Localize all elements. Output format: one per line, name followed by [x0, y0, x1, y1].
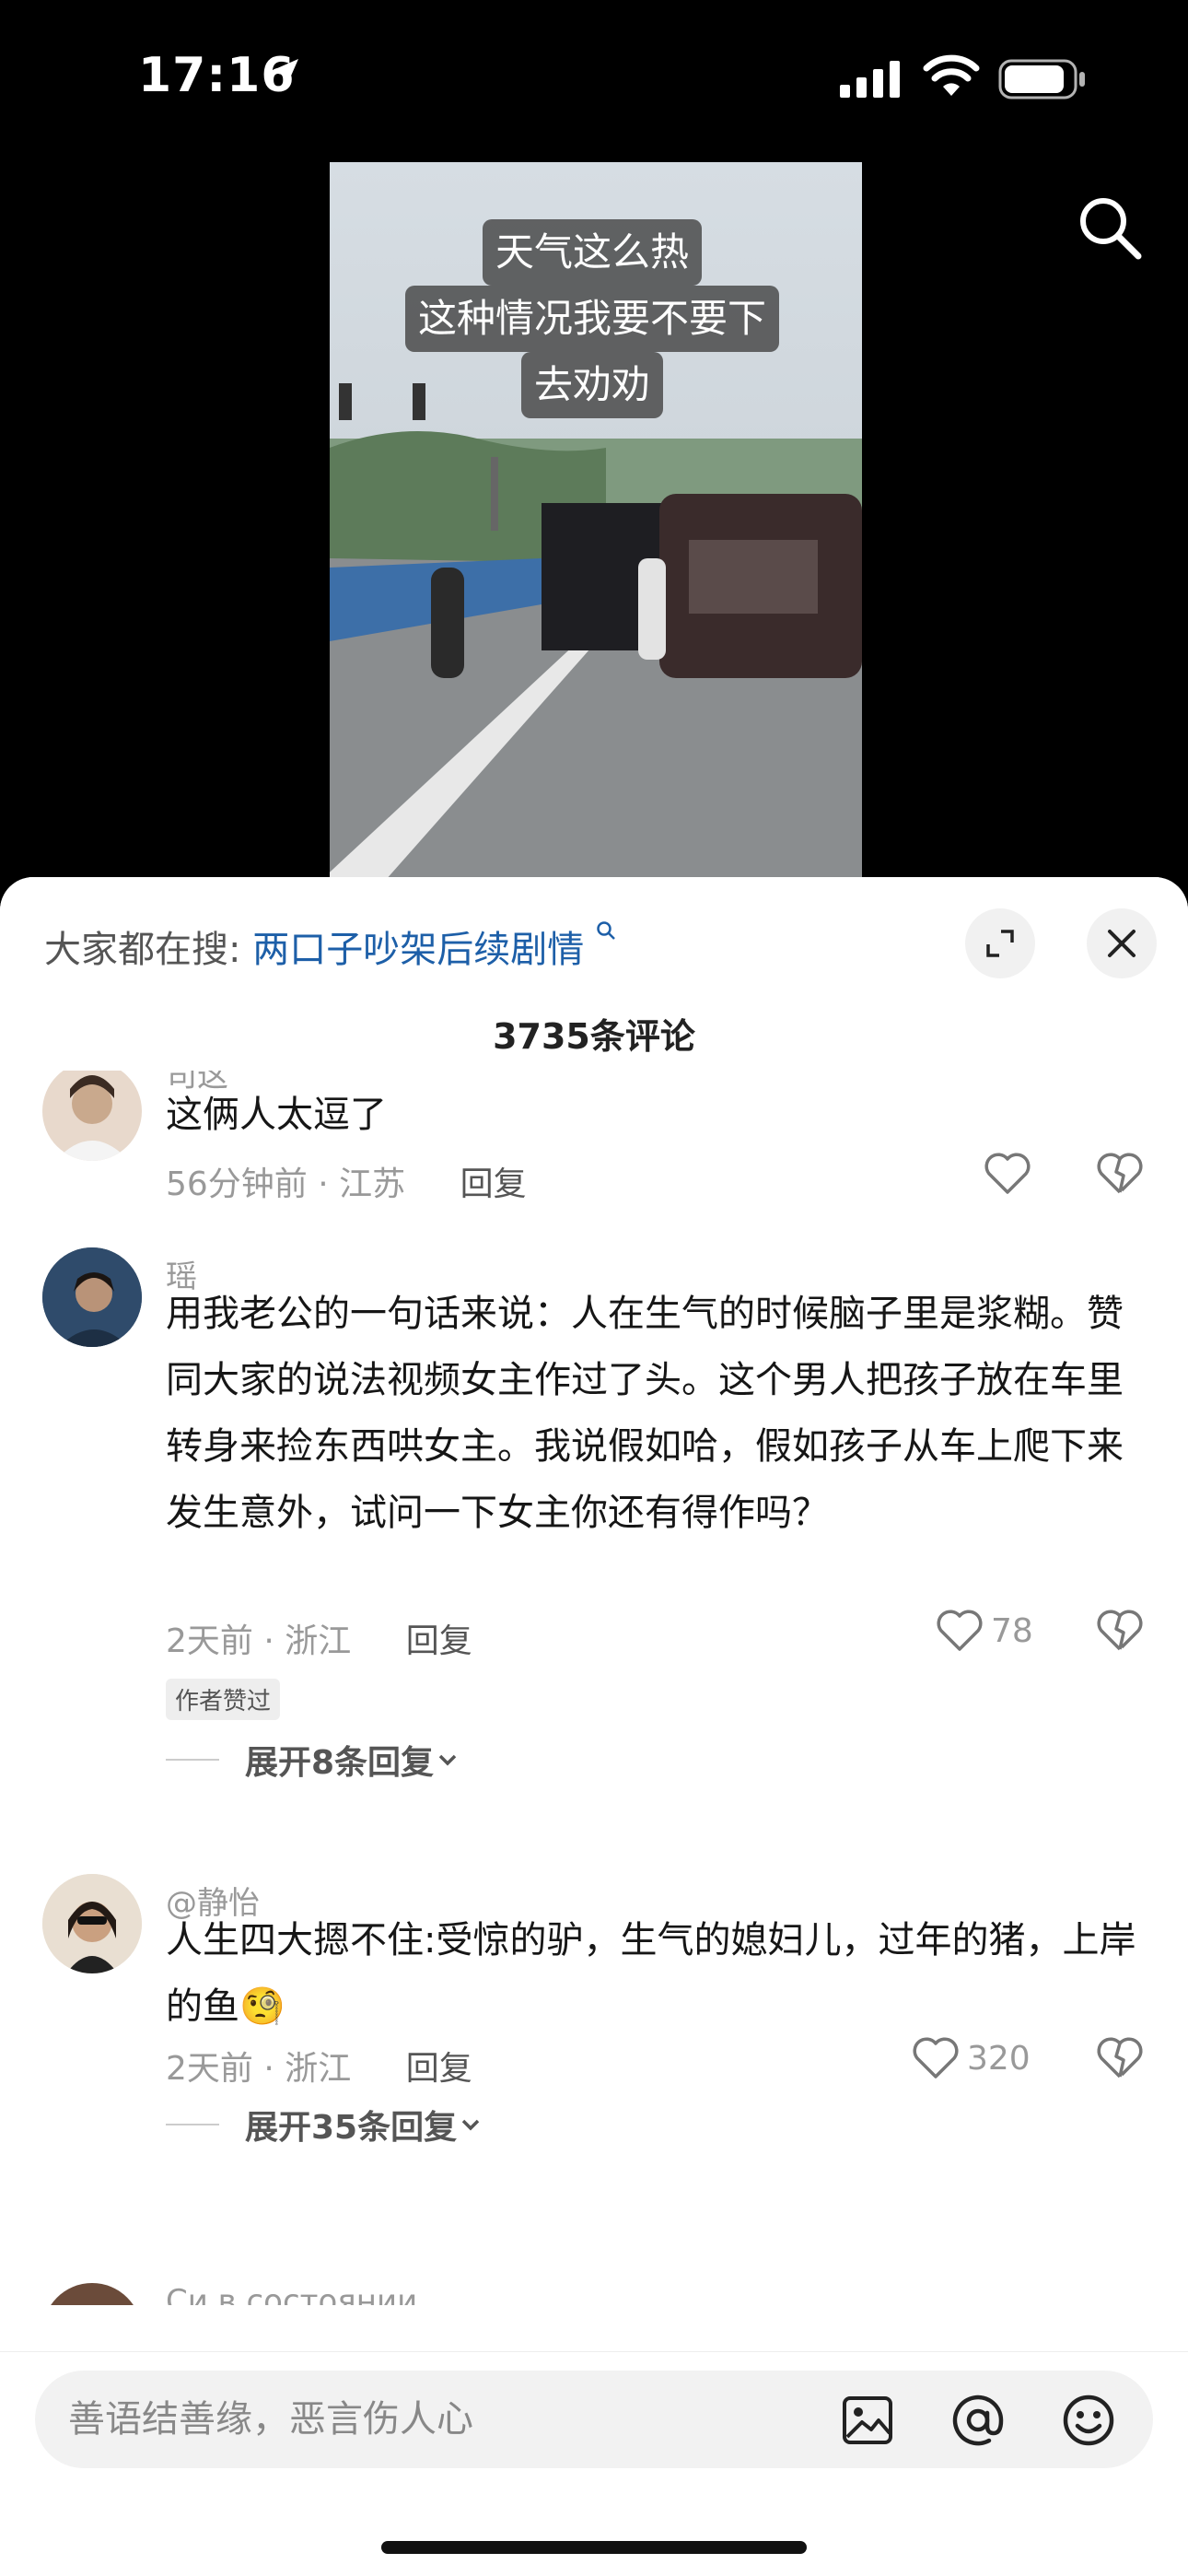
comment-item: 司这 这俩人太逗了 56分钟前 · 江苏 回复 — [0, 1071, 1188, 1255]
heart-icon — [984, 1153, 1031, 1194]
like-count: 320 — [967, 2039, 1031, 2078]
caption-line: 这种情况我要不要下 — [404, 286, 779, 352]
expand-replies-label: 展开8条回复 — [245, 1744, 435, 1782]
hot-search-suggestion[interactable]: 大家都在搜: 两口子吵架后续剧情 — [44, 919, 616, 973]
close-icon — [1108, 930, 1136, 957]
divider — [166, 2124, 219, 2125]
comment-text: 这俩人太逗了 — [166, 1094, 387, 1136]
expand-replies-button[interactable]: 展开35条回复 — [166, 2101, 484, 2149]
broken-heart-icon — [1097, 2037, 1143, 2078]
expand-button[interactable] — [965, 908, 1035, 978]
comments-sheet: 大家都在搜: 两口子吵架后续剧情 3735条评论 司这 这俩人太逗了 56分钟前… — [0, 877, 1188, 2576]
comment-item: 瑶 用我老公的一句话来说：人在生气的时候脑子里是浆糊。赞同大家的说法视频女主作过… — [0, 1247, 1188, 1789]
divider — [166, 1759, 219, 1761]
comment-input[interactable] — [66, 2371, 821, 2468]
hot-search-term[interactable]: 两口子吵架后续剧情 — [252, 929, 584, 971]
expand-icon — [986, 930, 1014, 957]
comment-meta: 2天前 · 浙江 回复 — [166, 1614, 472, 1662]
heart-icon — [913, 2037, 959, 2078]
comment-text: 人生四大摁不住:受惊的驴，生气的媳妇儿，过年的猪，上岸的鱼🧐 — [166, 1919, 1136, 2028]
comment-meta: 2天前 · 浙江 回复 — [166, 2042, 472, 2090]
dislike-button[interactable] — [1096, 1152, 1144, 1200]
image-icon[interactable] — [840, 2393, 895, 2452]
chevron-down-icon — [438, 1754, 457, 1766]
hot-search-label: 大家都在搜: — [44, 929, 241, 971]
avatar[interactable] — [42, 1874, 142, 1973]
comment-time-location: 56分钟前 · 江苏 — [166, 1165, 406, 1203]
caption-line: 去劝劝 — [520, 352, 663, 418]
reply-button[interactable]: 回复 — [406, 2050, 472, 2088]
comment-time-location: 2天前 · 浙江 — [166, 2050, 352, 2088]
location-arrow-icon — [265, 55, 302, 96]
emoji-icon[interactable] — [1061, 2393, 1116, 2452]
like-button[interactable]: 320 — [912, 2036, 1031, 2080]
comment-meta: 56分钟前 · 江苏 回复 — [166, 1157, 527, 1205]
caption-line: 天气这么热 — [482, 219, 702, 286]
status-bar: 17:16 — [0, 0, 1188, 157]
dislike-button[interactable] — [1096, 2036, 1144, 2084]
search-icon[interactable] — [1076, 193, 1144, 265]
heart-icon — [937, 1610, 983, 1651]
avatar[interactable] — [42, 1071, 142, 1161]
expand-replies-label: 展开35条回复 — [245, 2109, 458, 2147]
avatar[interactable] — [42, 2283, 142, 2305]
video-caption: 天气这么热 这种情况我要不要下 去劝劝 — [379, 219, 805, 418]
reply-button[interactable]: 回复 — [406, 1622, 472, 1660]
comment-count: 3735条评论 — [493, 1016, 695, 1057]
dislike-button[interactable] — [1096, 1609, 1144, 1657]
battery-icon — [998, 59, 1087, 103]
comment-item: Си в состоянии — [0, 2283, 1188, 2305]
comment-item: @静怡 人生四大摁不住:受惊的驴，生气的媳妇儿，过年的猪，上岸的鱼🧐 2天前 ·… — [0, 1867, 1188, 2198]
comments-header: 大家都在搜: 两口子吵架后续剧情 3735条评论 — [0, 877, 1188, 1071]
expand-replies-button[interactable]: 展开8条回复 — [166, 1736, 461, 1784]
comment-time-location: 2天前 · 浙江 — [166, 1622, 352, 1660]
broken-heart-icon — [1097, 1610, 1143, 1651]
comment-list[interactable]: 司这 这俩人太逗了 56分钟前 · 江苏 回复 瑶 用我老公的一句话来说：人在生… — [0, 1071, 1188, 2305]
cellular-signal-icon — [840, 61, 901, 101]
author-liked-badge: 作者赞过 — [166, 1679, 281, 1720]
close-button[interactable] — [1087, 908, 1157, 978]
like-button[interactable]: 78 — [936, 1609, 1033, 1653]
comment-text: 用我老公的一句话来说：人在生气的时候脑子里是浆糊。赞同大家的说法视频女主作过了头… — [166, 1293, 1124, 1534]
comment-input-box[interactable] — [35, 2371, 1153, 2468]
reply-button[interactable]: 回复 — [460, 1165, 527, 1203]
broken-heart-icon — [1097, 1153, 1143, 1194]
chevron-down-icon — [461, 2119, 480, 2131]
like-count: 78 — [991, 1611, 1033, 1650]
like-button[interactable] — [984, 1152, 1031, 1196]
home-indicator[interactable] — [381, 2541, 807, 2554]
avatar[interactable] — [42, 1247, 142, 1347]
wifi-icon — [923, 53, 980, 101]
comment-username[interactable]: Си в состоянии — [166, 2283, 417, 2305]
small-search-icon — [596, 919, 616, 947]
mention-icon[interactable] — [950, 2393, 1006, 2452]
